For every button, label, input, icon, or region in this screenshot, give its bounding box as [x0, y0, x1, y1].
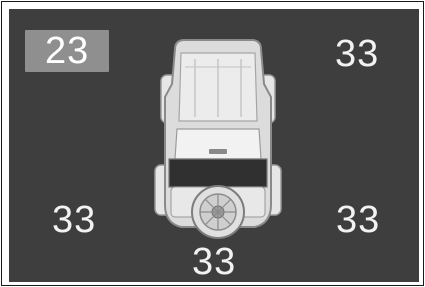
rear-window — [174, 128, 262, 160]
spare-tire-icon — [191, 185, 245, 239]
rear-left-tire-pressure: 33 — [52, 199, 97, 241]
front-left-tire-pressure: 23 — [25, 30, 110, 72]
front-right-tire-pressure: 33 — [335, 33, 380, 75]
spare-tire-pressure: 33 — [192, 241, 237, 282]
rear-right-tire-pressure: 33 — [336, 199, 381, 241]
tpms-display-frame: 23 33 33 33 33 — [1, 1, 424, 286]
tpms-display-panel: 23 33 33 33 33 — [9, 9, 419, 282]
rear-bumper — [168, 158, 268, 188]
rear-handle — [209, 149, 227, 154]
